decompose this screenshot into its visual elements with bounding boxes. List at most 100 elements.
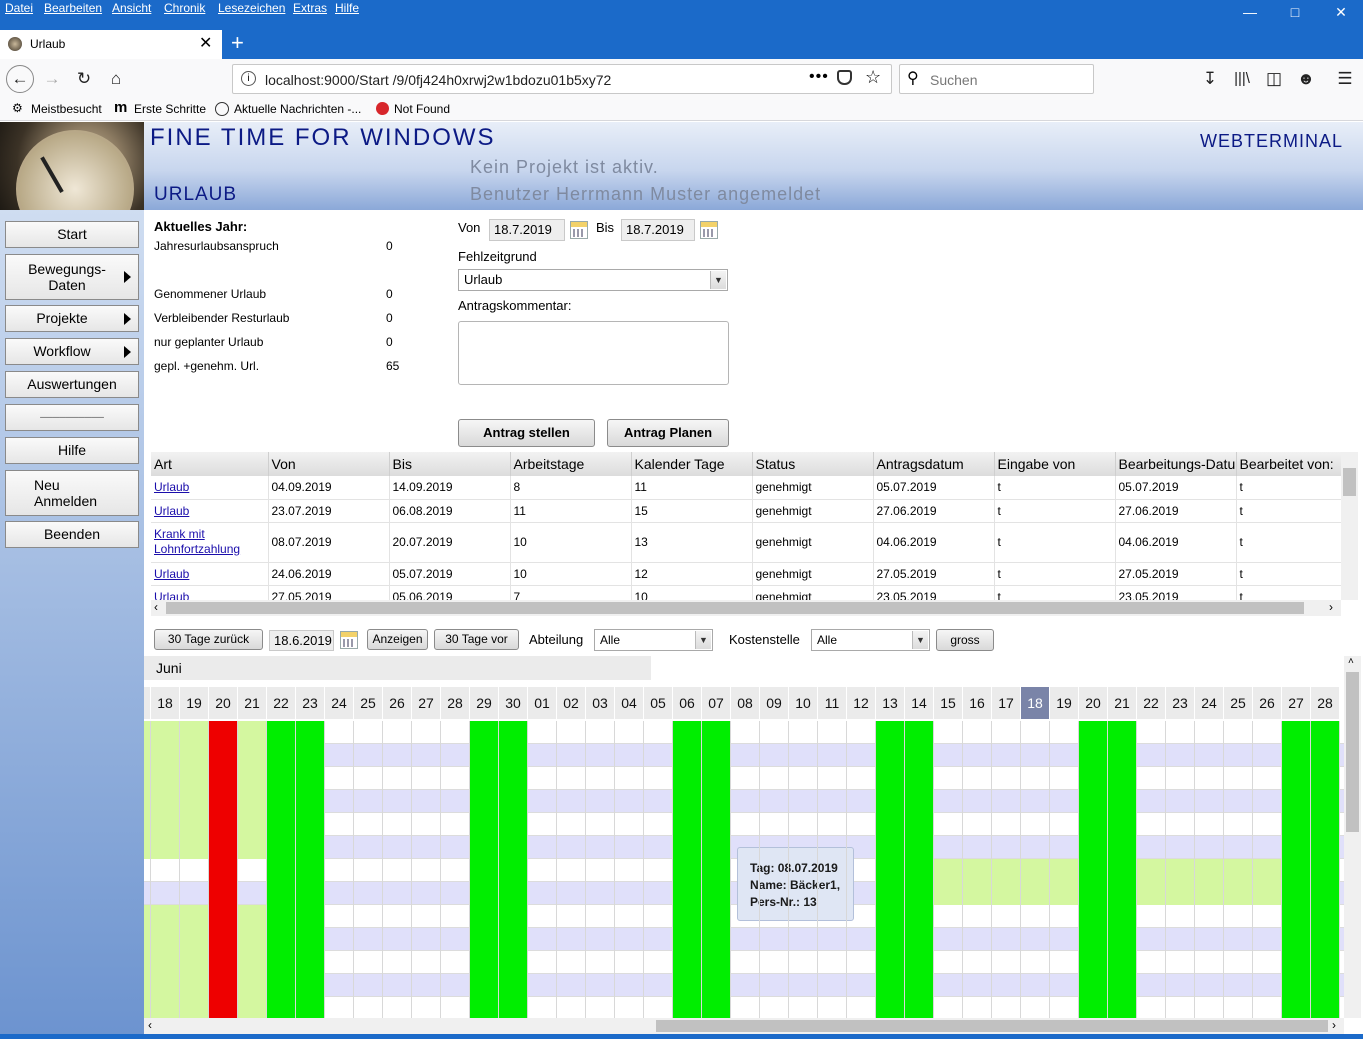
calendar-day-column[interactable] (325, 721, 354, 1018)
gross-button[interactable]: gross (936, 629, 994, 651)
day-header[interactable]: 22 (267, 687, 296, 719)
calendar-day-column[interactable] (412, 721, 441, 1018)
calendar-day-column[interactable] (528, 721, 557, 1018)
scroll-left-icon[interactable]: ‹ (154, 600, 158, 614)
column-header[interactable]: Bearbeitungs-Datum (1115, 452, 1237, 476)
day-header[interactable]: 25 (1224, 687, 1253, 719)
calendar-day-column[interactable] (1282, 721, 1311, 1018)
calendar-day-column[interactable] (847, 721, 876, 1018)
back-30-days-button[interactable]: 30 Tage zurück (154, 629, 263, 650)
column-header[interactable]: Bis (389, 452, 511, 476)
calendar-day-column[interactable] (1050, 721, 1079, 1018)
calendar-day-column[interactable] (238, 721, 267, 1018)
sidebar-start-button[interactable]: Start (5, 221, 139, 248)
antrag-planen-button[interactable]: Antrag Planen (607, 419, 729, 447)
calendar-day-column[interactable] (1166, 721, 1195, 1018)
calendar-day-column[interactable] (557, 721, 586, 1018)
table-row[interactable]: Krank mit Lohnfortzahlung 08.07.2019 20.07… (151, 522, 1341, 563)
table-row[interactable]: Urlaub 27.05.2019 05.06.2019 7 10 genehmigt 23… (151, 585, 1341, 600)
sidebar-projekte-button[interactable]: Projekte (5, 305, 139, 332)
day-header[interactable]: 18 (1021, 687, 1050, 719)
calendar-day-column[interactable] (586, 721, 615, 1018)
art-link[interactable]: Krank mit Lohnfortzahlung (154, 527, 240, 556)
menu-item[interactable]: Extras (293, 1, 327, 15)
day-header[interactable]: 22 (1137, 687, 1166, 719)
calendar-day-column[interactable] (144, 721, 151, 1018)
day-header[interactable]: 04 (615, 687, 644, 719)
calendar-day-column[interactable] (209, 721, 238, 1018)
day-header[interactable]: 19 (1050, 687, 1079, 719)
table-row[interactable]: Urlaub 04.09.2019 14.09.2019 8 11 genehmigt 05… (151, 476, 1341, 500)
menu-item[interactable]: Chronik (164, 1, 205, 15)
day-header[interactable]: 26 (1253, 687, 1282, 719)
day-header[interactable]: 02 (557, 687, 586, 719)
calendar-day-column[interactable] (267, 721, 296, 1018)
calendar-icon[interactable] (700, 221, 718, 239)
calendar-day-column[interactable] (180, 721, 209, 1018)
column-header[interactable]: Von (268, 452, 390, 476)
menu-item[interactable]: Ansicht (112, 1, 151, 15)
day-header[interactable]: 21 (238, 687, 267, 719)
calendar-day-column[interactable] (1137, 721, 1166, 1018)
pocket-icon[interactable] (837, 70, 852, 85)
search-box[interactable]: ⚲ Suchen (899, 64, 1094, 94)
fehlzeitgrund-select[interactable]: Urlaub ▼ (458, 269, 728, 291)
day-header[interactable]: 29 (470, 687, 499, 719)
day-header[interactable]: 25 (354, 687, 383, 719)
info-icon[interactable]: i (241, 71, 256, 86)
day-header[interactable]: 07 (702, 687, 731, 719)
close-tab-icon[interactable]: ✕ (199, 33, 212, 53)
calendar-day-column[interactable] (470, 721, 499, 1018)
day-header[interactable]: 03 (586, 687, 615, 719)
day-header[interactable]: 14 (905, 687, 934, 719)
sidebar-separator-button[interactable]: ────────── (5, 404, 139, 431)
scroll-right-icon[interactable]: › (1329, 600, 1333, 614)
day-header[interactable]: 26 (383, 687, 412, 719)
sidebar-hilfe-button[interactable]: Hilfe (5, 437, 139, 464)
library-icon[interactable]: |||\ (1228, 65, 1256, 93)
calendar-day-column[interactable] (1195, 721, 1224, 1018)
grid-vertical-scrollbar[interactable] (1341, 452, 1358, 600)
scroll-right-icon[interactable]: › (1332, 1018, 1336, 1032)
antrag-stellen-button[interactable]: Antrag stellen (458, 419, 595, 447)
menu-item[interactable]: Hilfe (335, 1, 359, 15)
search-input[interactable]: Suchen (930, 72, 977, 88)
menu-item[interactable]: Bearbeiten (44, 1, 102, 15)
forward-30-days-button[interactable]: 30 Tage vor (434, 629, 519, 650)
column-header[interactable]: Eingabe von (994, 452, 1116, 476)
calendar-day-column[interactable] (731, 721, 760, 1018)
bis-date-input[interactable]: 18.7.2019 (621, 219, 695, 241)
column-header[interactable]: Arbeitstage (510, 452, 632, 476)
kommentar-textarea[interactable] (458, 321, 729, 385)
day-header[interactable]: 20 (209, 687, 238, 719)
scroll-up-icon[interactable]: ˄ (1348, 656, 1354, 667)
day-header[interactable]: 16 (963, 687, 992, 719)
calendar-vertical-scrollbar[interactable]: ˄ (1344, 656, 1361, 1018)
url-text[interactable]: localhost:9000/Start /9/0fj424h0xrwj2w1b… (265, 72, 611, 88)
home-icon[interactable]: ⌂ (102, 65, 130, 93)
scrollbar-thumb[interactable] (166, 602, 1304, 614)
day-header[interactable]: 17 (144, 687, 151, 719)
day-header[interactable]: 27 (1282, 687, 1311, 719)
calendar-day-column[interactable] (992, 721, 1021, 1018)
column-header[interactable]: Status (752, 452, 874, 476)
day-header[interactable]: 24 (1195, 687, 1224, 719)
calendar-day-column[interactable] (1224, 721, 1253, 1018)
calendar-day-column[interactable] (963, 721, 992, 1018)
scrollbar-thumb[interactable] (1343, 468, 1356, 496)
scroll-left-icon[interactable]: ‹ (148, 1018, 152, 1032)
bookmark-nachrichten[interactable]: Aktuelle Nachrichten -... (234, 102, 361, 116)
calendar-day-column[interactable] (644, 721, 673, 1018)
downloads-icon[interactable]: ↧ (1196, 65, 1224, 93)
day-header[interactable]: 12 (847, 687, 876, 719)
day-header[interactable]: 13 (876, 687, 905, 719)
scrollbar-thumb[interactable] (1346, 672, 1359, 832)
anzeigen-button[interactable]: Anzeigen (367, 629, 428, 650)
calendar-day-column[interactable] (673, 721, 702, 1018)
more-icon[interactable]: ••• (809, 68, 829, 86)
day-header[interactable]: 19 (180, 687, 209, 719)
url-bar[interactable]: i localhost:9000/Start /9/0fj424h0xrwj2w… (232, 64, 892, 94)
calendar-day-column[interactable] (296, 721, 325, 1018)
day-header[interactable]: 28 (1311, 687, 1340, 719)
browser-tab[interactable]: Urlaub ✕ (0, 30, 222, 59)
